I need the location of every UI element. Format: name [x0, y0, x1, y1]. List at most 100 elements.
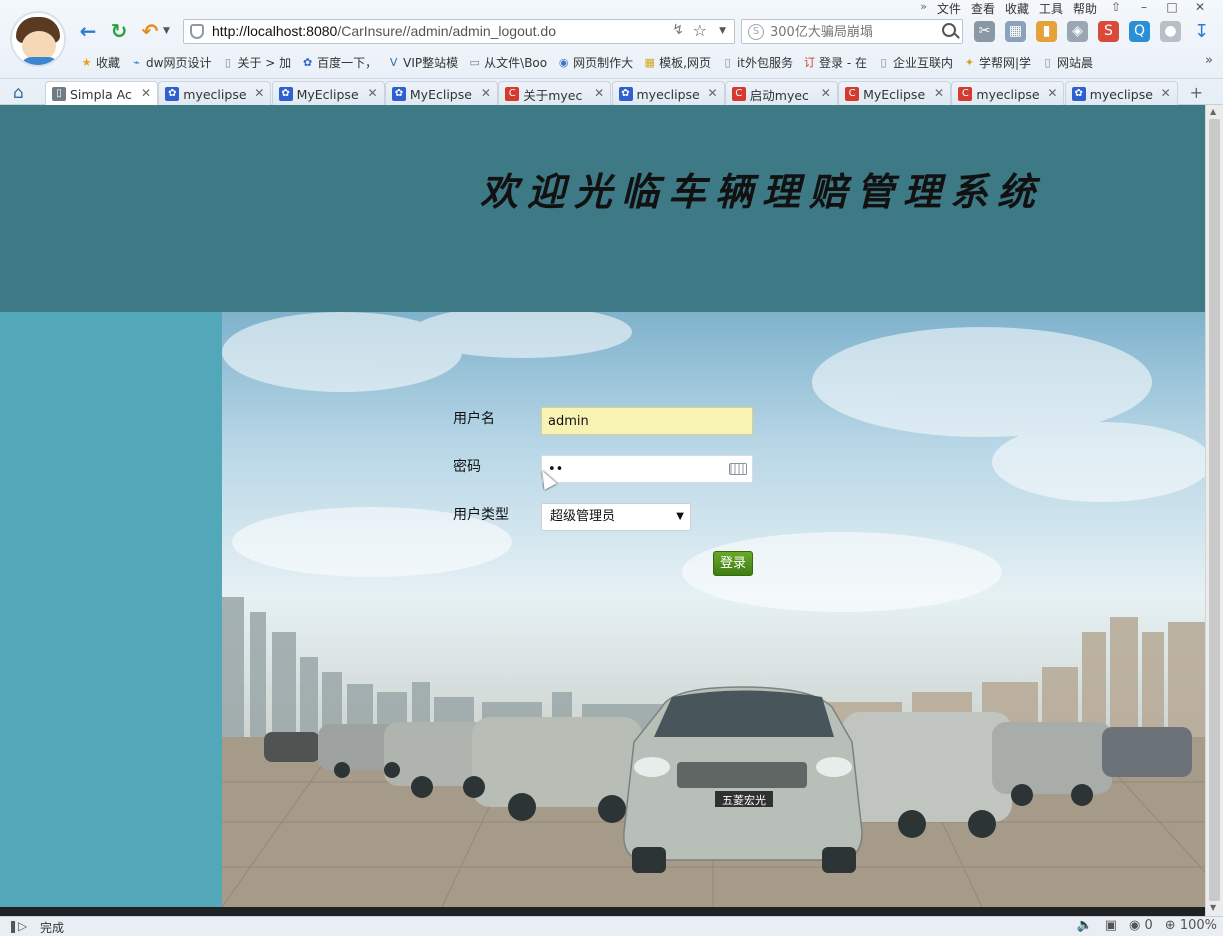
ad-block-icon[interactable]: ◉ 0 [1129, 918, 1153, 933]
new-tab-plus-icon[interactable]: + [1190, 83, 1203, 102]
browser-tab[interactable]: Cmyeclipse ✕ [951, 81, 1065, 106]
tab-close-icon[interactable]: ✕ [821, 86, 831, 100]
globe-icon[interactable]: ● [1160, 21, 1181, 42]
login-button[interactable]: 登录 [713, 551, 753, 576]
keyboard-icon[interactable] [729, 463, 747, 475]
bookmark-item[interactable]: ✿ 百度一下， [297, 52, 383, 72]
tab-close-icon[interactable]: ✕ [934, 86, 944, 100]
scrollbar-thumb[interactable] [1209, 119, 1220, 901]
speaker-icon[interactable]: 🔈 [1077, 918, 1093, 933]
scroll-up-arrow-icon[interactable]: ▲ [1210, 107, 1216, 116]
browser-tab[interactable]: ✿ myeclipse ✕ [611, 81, 725, 106]
bookmark-item[interactable]: ⌁ dw网页设计 [126, 52, 217, 72]
puzzle-icon[interactable]: ◈ [1067, 21, 1088, 42]
username-input[interactable] [541, 407, 753, 435]
bookmark-label: 从文件\Boo [484, 55, 548, 70]
bookmark-icon[interactable]: ▮ [1036, 21, 1057, 42]
globe-icon: ◉ [558, 55, 569, 69]
shirt-icon[interactable]: ⇧ [1107, 0, 1125, 14]
screenshot-icon[interactable]: ▦ [1005, 21, 1026, 42]
bookmark-item[interactable]: ▭ 从文件\Boo [464, 52, 553, 72]
bookmark-item[interactable]: 订登录 - 在 [799, 52, 873, 72]
download-icon[interactable]: ↧ [1191, 21, 1212, 42]
tab-title: myeclipse [183, 86, 247, 102]
refresh-icon[interactable]: ↻ [108, 20, 130, 42]
page-icon: ▯ [52, 87, 66, 101]
tab-close-icon[interactable]: ✕ [707, 86, 717, 100]
search-bar[interactable]: S [741, 19, 963, 44]
tab-title: myeclipse [976, 86, 1040, 102]
undo-icon[interactable]: ↶ [139, 20, 161, 42]
password-input[interactable] [541, 455, 753, 483]
search-icon[interactable] [942, 23, 956, 37]
bookmark-item[interactable]: ✦ 学帮网|学 [959, 52, 1037, 72]
close-icon[interactable]: ✕ [1191, 0, 1209, 14]
bookmark-item[interactable]: ▯ 关于 > 加 [217, 52, 297, 72]
home-icon[interactable]: ⌂ [13, 83, 24, 103]
url-text[interactable]: http://localhost:8080/CarInsure//admin/a… [212, 23, 556, 39]
favorite-star-icon[interactable]: ☆ [693, 21, 707, 40]
chevron-down-icon[interactable]: ▼ [163, 26, 170, 36]
qq-icon[interactable]: Q [1129, 21, 1150, 42]
bookmark-item[interactable]: ▦ 模板,网页 [639, 52, 717, 72]
bookmark-item[interactable]: ◉ 网页制作大 [553, 52, 639, 72]
browser-tab[interactable]: ✿ myeclipse ✕ [158, 81, 272, 106]
back-arrow-icon[interactable]: ← [77, 20, 99, 42]
usertype-select[interactable]: 超级管理员 ▼ [541, 503, 691, 531]
tab-close-icon[interactable]: ✕ [481, 86, 491, 100]
scissors-icon[interactable]: ✂ [974, 21, 995, 42]
menu-file[interactable]: 文件 [937, 0, 961, 16]
maximize-icon[interactable]: □ [1163, 0, 1181, 14]
tab-close-icon[interactable]: ✕ [254, 86, 264, 100]
browser-chrome: ← ↻ ↶ ▼ http://localhost:8080/CarInsure/… [0, 0, 1223, 106]
vertical-scrollbar[interactable]: ▲ ▼ [1205, 105, 1223, 916]
browser-tab[interactable]: ✿ MyEclipse ✕ [271, 81, 385, 106]
lightning-icon[interactable]: ↯ [672, 22, 684, 38]
browser-tab[interactable]: C MyEclipse ✕ [838, 81, 952, 106]
bookmark-item[interactable]: ▯ it外包服务 [717, 52, 799, 72]
extension-icon[interactable]: ▣ [1105, 918, 1117, 933]
page-viewport: 欢迎光临车辆理赔管理系统 五菱宏光 用户名 admin 密码 •• 用户类型 超… [0, 105, 1205, 907]
bookmark-label: 收藏 [96, 55, 121, 70]
c-icon: C [505, 87, 520, 101]
menu-bar: » 文件 查看 收藏 工具 帮助 ⇧ – □ ✕ [920, 0, 1209, 16]
address-bar[interactable]: http://localhost:8080/CarInsure//admin/a… [183, 19, 735, 44]
zoom-control[interactable]: ⊕ 100% [1165, 918, 1217, 933]
bookmark-item[interactable]: ▯ 企业互联内 [873, 52, 959, 72]
tab-close-icon[interactable]: ✕ [368, 86, 378, 100]
menu-tools[interactable]: 工具 [1039, 0, 1063, 16]
ad-block-count: 0 [1144, 918, 1153, 933]
browser-tab[interactable]: ▯ Simpla Ac ✕ [45, 81, 158, 106]
tab-close-icon[interactable]: ✕ [1047, 86, 1057, 100]
double-chevron-icon[interactable]: » [920, 0, 927, 14]
template-icon: ▦ [644, 55, 655, 69]
browser-tab[interactable]: C 启动myec ✕ [724, 81, 838, 106]
menu-favorites[interactable]: 收藏 [1005, 0, 1029, 16]
bookmark-item[interactable]: ▯ 网站晨 [1037, 52, 1099, 72]
menu-help[interactable]: 帮助 [1073, 0, 1097, 16]
sidebar-toggle-icon[interactable]: ❚▷ [8, 919, 27, 933]
bookmarks-bar: ★ 收藏 ⌁ dw网页设计 ▯ 关于 > 加 ✿ 百度一下， V VIP整站模 ▭ 从文件\Boo ◉ 网… [76, 52, 1216, 72]
bookmark-item[interactable]: ★ 收藏 [76, 52, 126, 72]
chevron-down-icon[interactable]: ▼ [719, 26, 726, 36]
double-chevron-icon[interactable]: » [1205, 53, 1213, 68]
tab-title: MyEclipse [296, 86, 359, 102]
browser-tab[interactable]: ✿ MyEclipse ✕ [384, 81, 498, 106]
minimize-icon[interactable]: – [1135, 0, 1153, 14]
scroll-down-arrow-icon[interactable]: ▼ [1210, 903, 1216, 912]
browser-tab[interactable]: C 关于myec ✕ [498, 81, 612, 106]
search-engine-icon[interactable]: S [748, 24, 764, 40]
bookmark-item[interactable]: V VIP整站模 [383, 52, 464, 72]
search-input[interactable] [770, 23, 930, 41]
menu-view[interactable]: 查看 [971, 0, 995, 16]
user-avatar[interactable] [10, 11, 66, 67]
url-host: http://localhost:8080 [212, 23, 338, 39]
tab-close-icon[interactable]: ✕ [1161, 86, 1171, 100]
tab-close-icon[interactable]: ✕ [141, 86, 151, 100]
bookmark-label: dw网页设计 [146, 55, 212, 70]
tab-close-icon[interactable]: ✕ [594, 86, 604, 100]
c-icon: C [845, 87, 860, 101]
browser-tab[interactable]: ✿ myeclipse ✕ [1064, 81, 1178, 106]
app-icon[interactable]: S [1098, 21, 1119, 42]
login-form: 用户名 密码 用户类型 超级管理员 ▼ 登录 [222, 312, 1205, 612]
